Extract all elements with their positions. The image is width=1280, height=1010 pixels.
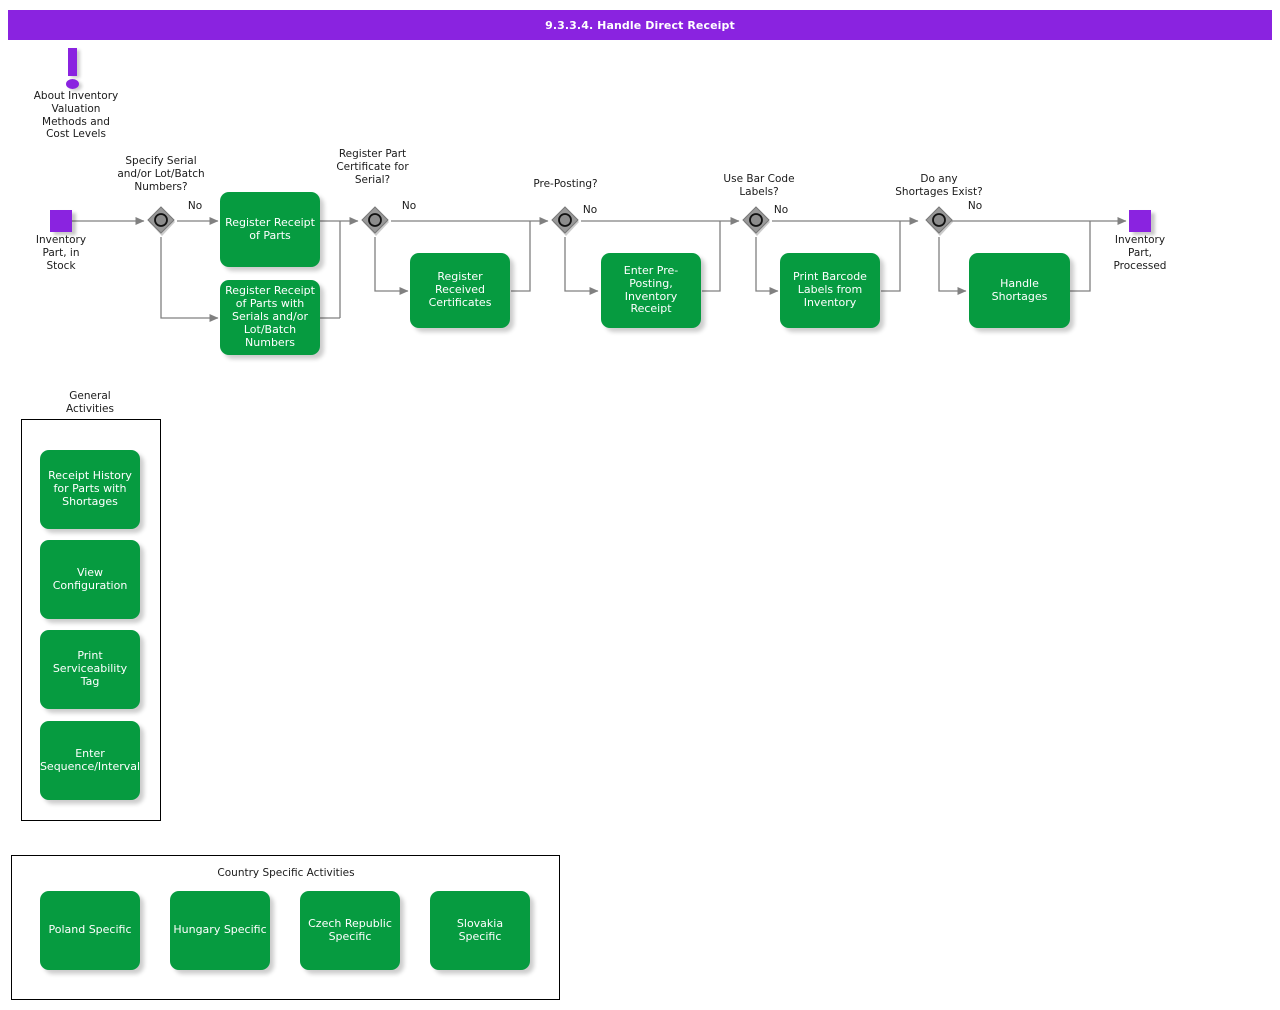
- note-annotation[interactable]: [58, 48, 94, 92]
- task-label: Hungary Specific: [173, 923, 267, 937]
- gateway-g4-question: Use Bar Code Labels?: [723, 173, 795, 198]
- note-label: About Inventory Valuation Methods and Co…: [33, 90, 119, 141]
- gateway-g1-question: Specify Serial and/or Lot/Batch Numbers?: [117, 155, 205, 193]
- country-activity-hungary[interactable]: Hungary Specific: [170, 891, 270, 970]
- task-register-received-certificates[interactable]: Register Received Certificates: [410, 253, 510, 328]
- page-title: 9.3.3.4. Handle Direct Receipt: [545, 18, 735, 32]
- general-activity-enter-sequence-interval[interactable]: Enter Sequence/Interval: [40, 721, 140, 800]
- country-activity-poland[interactable]: Poland Specific: [40, 891, 140, 970]
- country-specific-activities-title: Country Specific Activities: [217, 867, 355, 879]
- gateway-g2-question: Register Part Certificate for Serial?: [336, 148, 409, 186]
- gateway-g3-question: Pre-Posting?: [533, 178, 598, 190]
- gateway-g1[interactable]: [146, 206, 176, 236]
- task-label: Register Receipt of Parts with Serials a…: [225, 284, 315, 349]
- task-label: Handle Shortages: [991, 276, 1048, 303]
- gateway-g3-branch-label: No: [582, 204, 598, 216]
- start-event-label: Inventory Part, in Stock: [35, 234, 87, 272]
- task-label: Receipt History for Parts with Shortages: [48, 469, 132, 508]
- task-label: Register Received Certificates: [428, 270, 492, 309]
- task-register-receipt-of-parts[interactable]: Register Receipt of Parts: [220, 192, 320, 267]
- task-label: Register Receipt of Parts: [225, 215, 315, 242]
- general-activity-receipt-history[interactable]: Receipt History for Parts with Shortages: [40, 450, 140, 529]
- task-print-barcode-labels-from-inventory[interactable]: Print Barcode Labels from Inventory: [780, 253, 880, 328]
- gateway-g5-question: Do any Shortages Exist?: [895, 173, 983, 198]
- task-label: Poland Specific: [48, 923, 132, 937]
- task-label: Enter Sequence/Interval: [39, 746, 141, 773]
- process-diagram-page: 9.3.3.4. Handle Direct Receipt About Inv…: [0, 0, 1280, 1010]
- gateway-g5[interactable]: [924, 206, 954, 236]
- general-activity-print-serviceability-tag[interactable]: Print Serviceability Tag: [40, 630, 140, 709]
- general-activity-view-configuration[interactable]: View Configuration: [40, 540, 140, 619]
- task-register-receipt-with-serials[interactable]: Register Receipt of Parts with Serials a…: [220, 280, 320, 355]
- task-handle-shortages[interactable]: Handle Shortages: [969, 253, 1070, 328]
- country-activity-slovakia[interactable]: Slovakia Specific: [430, 891, 530, 970]
- end-event[interactable]: [1129, 210, 1151, 232]
- gateway-g4-branch-label: No: [773, 204, 789, 216]
- start-event[interactable]: [50, 210, 72, 232]
- country-activity-czech-republic[interactable]: Czech Republic Specific: [300, 891, 400, 970]
- task-enter-pre-posting-inventory-receipt[interactable]: Enter Pre- Posting, Inventory Receipt: [601, 253, 701, 328]
- task-label: Print Serviceability Tag: [52, 649, 128, 688]
- task-label: Czech Republic Specific: [308, 916, 392, 943]
- gateway-g5-branch-label: No: [967, 200, 983, 212]
- task-label: Enter Pre- Posting, Inventory Receipt: [623, 263, 679, 316]
- exclamation-dot-icon: [66, 79, 79, 89]
- gateway-g1-branch-label: No: [187, 200, 203, 212]
- task-label: Slovakia Specific: [456, 916, 504, 943]
- exclamation-icon: [68, 48, 77, 76]
- page-title-bar: 9.3.3.4. Handle Direct Receipt: [8, 10, 1272, 40]
- general-activities-title: General Activities: [66, 390, 114, 415]
- task-label: View Configuration: [52, 565, 128, 592]
- gateway-g2-branch-label: No: [401, 200, 417, 212]
- gateway-g2[interactable]: [360, 206, 390, 236]
- task-label: Print Barcode Labels from Inventory: [793, 270, 867, 309]
- end-event-label: Inventory Part, Processed: [1113, 234, 1167, 272]
